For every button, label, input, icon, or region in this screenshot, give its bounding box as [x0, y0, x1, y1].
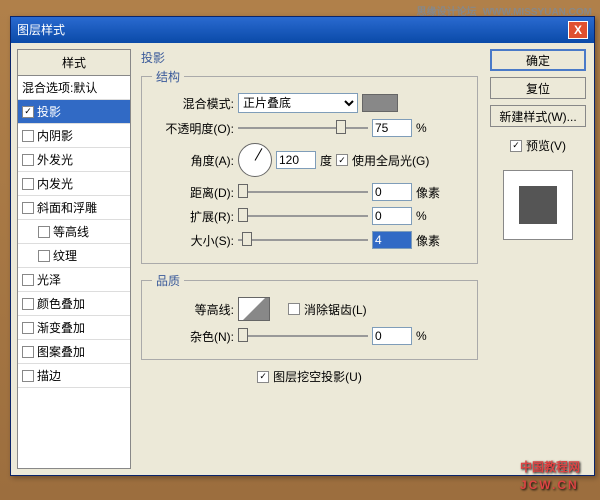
- style-checkbox[interactable]: [22, 346, 34, 358]
- distance-unit: 像素: [416, 184, 440, 201]
- blend-mode-select[interactable]: 正片叠底: [238, 93, 358, 113]
- styles-header: 样式: [18, 50, 130, 76]
- sidebar-item-label: 渐变叠加: [37, 319, 85, 336]
- style-checkbox[interactable]: [22, 322, 34, 334]
- noise-slider[interactable]: [238, 328, 368, 344]
- styles-panel: 样式 混合选项:默认投影内阴影外发光内发光斜面和浮雕等高线纹理光泽颜色叠加渐变叠…: [17, 49, 131, 469]
- noise-unit: %: [416, 329, 427, 343]
- ok-button[interactable]: 确定: [490, 49, 586, 71]
- watermark-bottom: 中国教程网 JCW.CN: [520, 458, 580, 494]
- cancel-button[interactable]: 复位: [490, 77, 586, 99]
- sidebar-item-label: 外发光: [37, 151, 73, 168]
- sidebar-item[interactable]: 投影: [18, 100, 130, 124]
- sidebar-item[interactable]: 等高线: [18, 220, 130, 244]
- sidebar-item[interactable]: 渐变叠加: [18, 316, 130, 340]
- sidebar-item-label: 混合选项:默认: [22, 79, 97, 96]
- preview-label: 预览(V): [526, 137, 566, 154]
- style-checkbox[interactable]: [22, 178, 34, 190]
- spread-slider[interactable]: [238, 208, 368, 224]
- knockout-label: 图层挖空投影(U): [273, 368, 362, 385]
- style-checkbox[interactable]: [22, 274, 34, 286]
- size-slider[interactable]: [238, 232, 368, 248]
- sidebar-item[interactable]: 斜面和浮雕: [18, 196, 130, 220]
- sidebar-item-label: 描边: [37, 367, 61, 384]
- sidebar-item[interactable]: 混合选项:默认: [18, 76, 130, 100]
- sidebar-item-label: 颜色叠加: [37, 295, 85, 312]
- opacity-label: 不透明度(O):: [152, 120, 234, 137]
- settings-title: 投影: [141, 49, 478, 66]
- angle-label: 角度(A):: [152, 152, 234, 169]
- distance-label: 距离(D):: [152, 184, 234, 201]
- style-checkbox[interactable]: [22, 130, 34, 142]
- noise-label: 杂色(N):: [152, 328, 234, 345]
- sidebar-item[interactable]: 图案叠加: [18, 340, 130, 364]
- style-checkbox[interactable]: [22, 370, 34, 382]
- shadow-color-swatch[interactable]: [362, 94, 398, 112]
- sidebar-item[interactable]: 描边: [18, 364, 130, 388]
- dialog-content: 样式 混合选项:默认投影内阴影外发光内发光斜面和浮雕等高线纹理光泽颜色叠加渐变叠…: [11, 43, 594, 475]
- antialias-label: 消除锯齿(L): [304, 301, 367, 318]
- style-checkbox[interactable]: [22, 202, 34, 214]
- sidebar-item-label: 光泽: [37, 271, 61, 288]
- sidebar-item[interactable]: 颜色叠加: [18, 292, 130, 316]
- style-checkbox[interactable]: [38, 226, 50, 238]
- sidebar-item[interactable]: 内阴影: [18, 124, 130, 148]
- dialog-title: 图层样式: [17, 17, 65, 43]
- global-light-label: 使用全局光(G): [352, 152, 429, 169]
- quality-group: 品质 等高线: 消除锯齿(L) 杂色(N): %: [141, 272, 478, 360]
- global-light-checkbox[interactable]: [336, 154, 348, 166]
- action-panel: 确定 复位 新建样式(W)... 预览(V): [488, 49, 588, 469]
- close-button[interactable]: X: [568, 21, 588, 39]
- preview-checkbox[interactable]: [510, 140, 522, 152]
- contour-label: 等高线:: [152, 301, 234, 318]
- opacity-input[interactable]: [372, 119, 412, 137]
- noise-input[interactable]: [372, 327, 412, 345]
- size-unit: 像素: [416, 232, 440, 249]
- distance-slider[interactable]: [238, 184, 368, 200]
- structure-group: 结构 混合模式: 正片叠底 不透明度(O): % 角度(A): 度: [141, 68, 478, 264]
- styles-list: 混合选项:默认投影内阴影外发光内发光斜面和浮雕等高线纹理光泽颜色叠加渐变叠加图案…: [18, 76, 130, 468]
- new-style-button[interactable]: 新建样式(W)...: [490, 105, 586, 127]
- size-input[interactable]: [372, 231, 412, 249]
- sidebar-item-label: 图案叠加: [37, 343, 85, 360]
- settings-panel: 投影 结构 混合模式: 正片叠底 不透明度(O): % 角度(A):: [137, 49, 482, 469]
- spread-input[interactable]: [372, 207, 412, 225]
- spread-unit: %: [416, 209, 427, 223]
- sidebar-item-label: 斜面和浮雕: [37, 199, 97, 216]
- knockout-checkbox[interactable]: [257, 371, 269, 383]
- sidebar-item-label: 投影: [37, 103, 61, 120]
- opacity-slider[interactable]: [238, 120, 368, 136]
- quality-legend: 品质: [152, 272, 184, 289]
- sidebar-item[interactable]: 外发光: [18, 148, 130, 172]
- preview-box: [503, 170, 573, 240]
- titlebar[interactable]: 图层样式 X: [11, 17, 594, 43]
- sidebar-item-label: 内阴影: [37, 127, 73, 144]
- style-checkbox[interactable]: [22, 154, 34, 166]
- layer-style-dialog: 图层样式 X 样式 混合选项:默认投影内阴影外发光内发光斜面和浮雕等高线纹理光泽…: [10, 16, 595, 476]
- preview-swatch: [519, 186, 557, 224]
- size-label: 大小(S):: [152, 232, 234, 249]
- sidebar-item[interactable]: 内发光: [18, 172, 130, 196]
- angle-input[interactable]: [276, 151, 316, 169]
- sidebar-item-label: 等高线: [53, 223, 89, 240]
- sidebar-item[interactable]: 光泽: [18, 268, 130, 292]
- sidebar-item-label: 纹理: [53, 247, 77, 264]
- opacity-unit: %: [416, 121, 427, 135]
- angle-dial[interactable]: [238, 143, 272, 177]
- sidebar-item-label: 内发光: [37, 175, 73, 192]
- style-checkbox[interactable]: [22, 106, 34, 118]
- style-checkbox[interactable]: [22, 298, 34, 310]
- style-checkbox[interactable]: [38, 250, 50, 262]
- distance-input[interactable]: [372, 183, 412, 201]
- sidebar-item[interactable]: 纹理: [18, 244, 130, 268]
- structure-legend: 结构: [152, 68, 184, 85]
- angle-unit: 度: [320, 152, 332, 169]
- blend-mode-label: 混合模式:: [152, 95, 234, 112]
- antialias-checkbox[interactable]: [288, 303, 300, 315]
- contour-picker[interactable]: [238, 297, 270, 321]
- spread-label: 扩展(R):: [152, 208, 234, 225]
